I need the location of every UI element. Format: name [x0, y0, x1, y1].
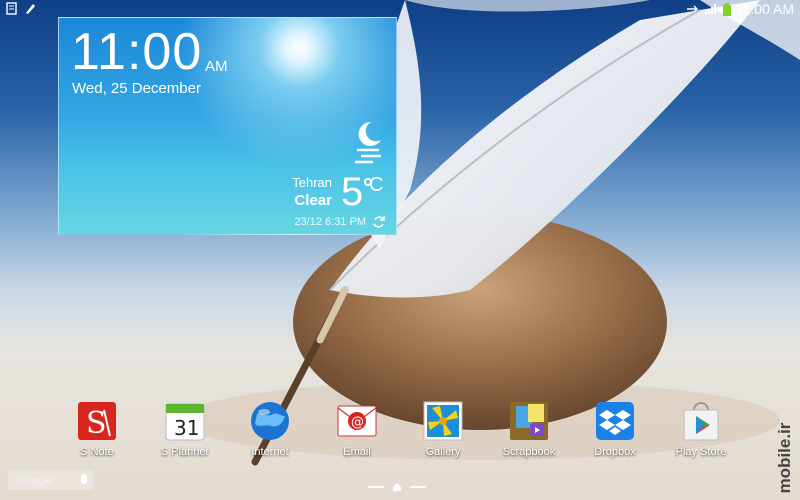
home-page-icon[interactable] [392, 482, 402, 492]
app-label: S Planner [160, 446, 210, 458]
email-icon: @ [336, 400, 378, 442]
svg-text:@: @ [351, 415, 364, 430]
google-search-label: Google [15, 473, 54, 487]
app-s-note[interactable]: S S Note [55, 400, 139, 458]
refresh-icon[interactable] [372, 215, 386, 229]
svg-text:31: 31 [174, 416, 199, 440]
watermark-text: mobile.ir [775, 422, 794, 494]
play-store-icon [680, 400, 722, 442]
app-label: S Note [80, 446, 114, 458]
app-scrapbook[interactable]: Scrapbook [487, 400, 571, 458]
globe-icon [249, 400, 291, 442]
app-label: Gallery [425, 446, 461, 458]
app-dropbox[interactable]: Dropbox [573, 400, 657, 458]
sync-icon [686, 5, 698, 13]
page-dot[interactable] [410, 486, 426, 488]
calendar-icon: 31 [164, 400, 206, 442]
battery-icon [722, 2, 731, 16]
app-play-store[interactable]: Play Store [659, 400, 743, 458]
app-label: Internet [251, 446, 289, 458]
app-label: Email [343, 446, 371, 458]
watermark: mobile.ir [772, 420, 798, 496]
dropbox-icon [594, 400, 636, 442]
widget-condition: Clear [294, 192, 332, 209]
signal-icon [704, 4, 716, 14]
s-note-icon: S [76, 400, 118, 442]
page-indicator[interactable] [368, 482, 426, 492]
google-search-bar[interactable]: Google [8, 470, 94, 490]
status-bar: 11:00 AM [0, 0, 800, 18]
widget-date: Wed, 25 December [72, 80, 201, 97]
widget-updated-time: 23/12 6:31 PM [294, 216, 366, 228]
app-label: Play Store [675, 446, 727, 458]
widget-time: 11:00 [71, 23, 203, 81]
widget-city: Tehran [292, 175, 332, 190]
moon-icon [355, 121, 381, 164]
scrapbook-icon [508, 400, 550, 442]
notes-icon [6, 2, 17, 15]
app-email[interactable]: @ Email [315, 400, 399, 458]
app-s-planner[interactable]: 31 S Planner [143, 400, 227, 458]
widget-unit: C [369, 174, 384, 196]
widget-ampm: AM [205, 58, 228, 75]
app-label: Dropbox [594, 446, 636, 458]
widget-temperature: 5 [341, 170, 364, 214]
weather-clock-widget[interactable]: 11:00 AM Wed, 25 December Tehran Clear 5… [58, 17, 397, 235]
app-gallery[interactable]: Gallery [401, 400, 485, 458]
app-label: Scrapbook [502, 446, 556, 458]
gallery-icon [422, 400, 464, 442]
microphone-icon[interactable] [81, 474, 87, 484]
status-time: 11:00 AM [735, 1, 794, 17]
pen-icon [26, 4, 35, 14]
app-internet[interactable]: Internet [228, 400, 312, 458]
page-dot[interactable] [368, 486, 384, 488]
